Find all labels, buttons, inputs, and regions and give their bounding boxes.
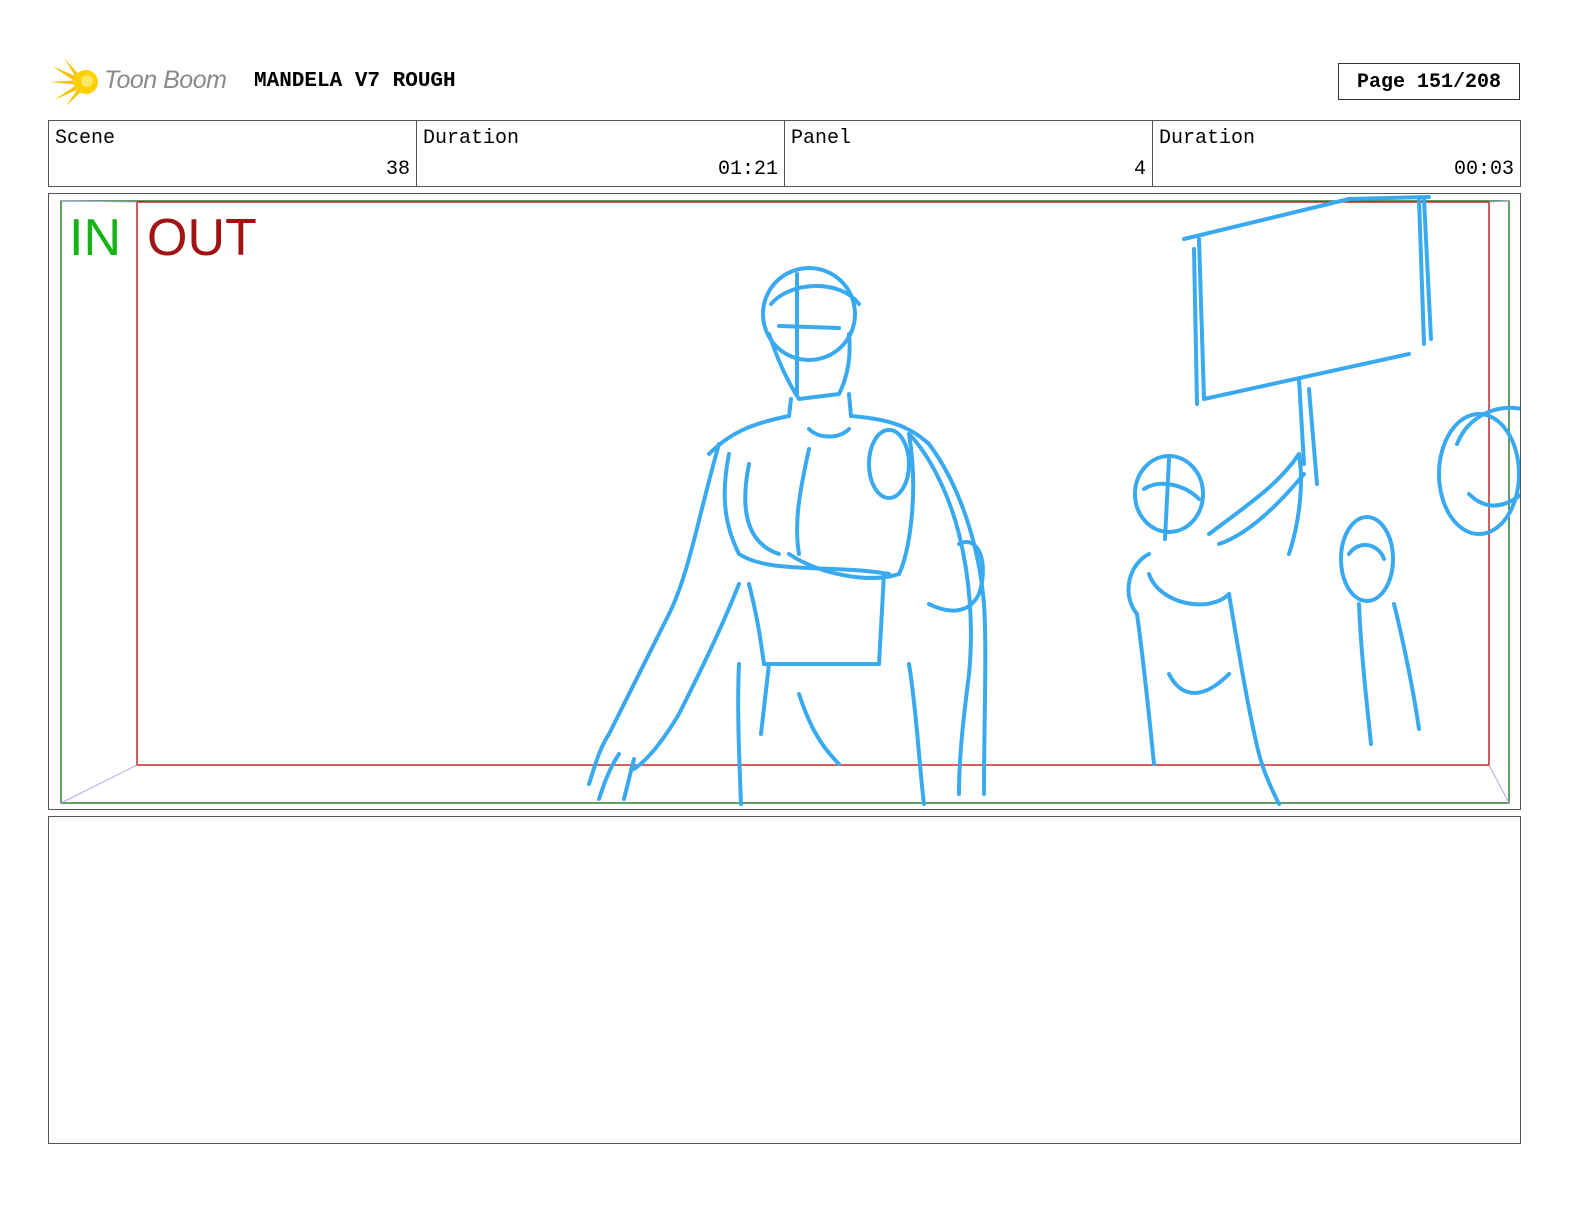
toon-boom-logo: Toon Boom [50,56,240,108]
scene-value: 38 [385,158,410,181]
panel-duration-cell: Duration 00:03 [1153,121,1520,186]
panel-label: Panel [791,127,852,150]
document-title: MANDELA V7 ROUGH [254,70,456,93]
storyboard-panel: IN OUT [48,193,1521,810]
scene-duration-value: 01:21 [717,158,778,181]
panel-cell: Panel 4 [785,121,1153,186]
panel-notes[interactable] [48,816,1521,1144]
rough-sketch [587,195,1520,806]
panel-value: 4 [1133,158,1146,181]
in-label: IN [69,209,121,267]
panel-duration-label: Duration [1159,127,1256,150]
panel-duration-value: 00:03 [1453,158,1514,181]
page-indicator: Page 151/208 [1338,63,1520,100]
out-label: OUT [147,209,257,267]
scene-label: Scene [55,127,116,150]
panel-drawing [60,195,1520,806]
logo-text: Toon Boom [104,66,227,94]
scene-cell: Scene 38 [49,121,417,186]
starburst-icon [50,58,98,106]
scene-duration-label: Duration [423,127,520,150]
scene-duration-cell: Duration 01:21 [417,121,785,186]
info-row: Scene 38 Duration 01:21 Panel 4 Duration… [48,120,1521,187]
